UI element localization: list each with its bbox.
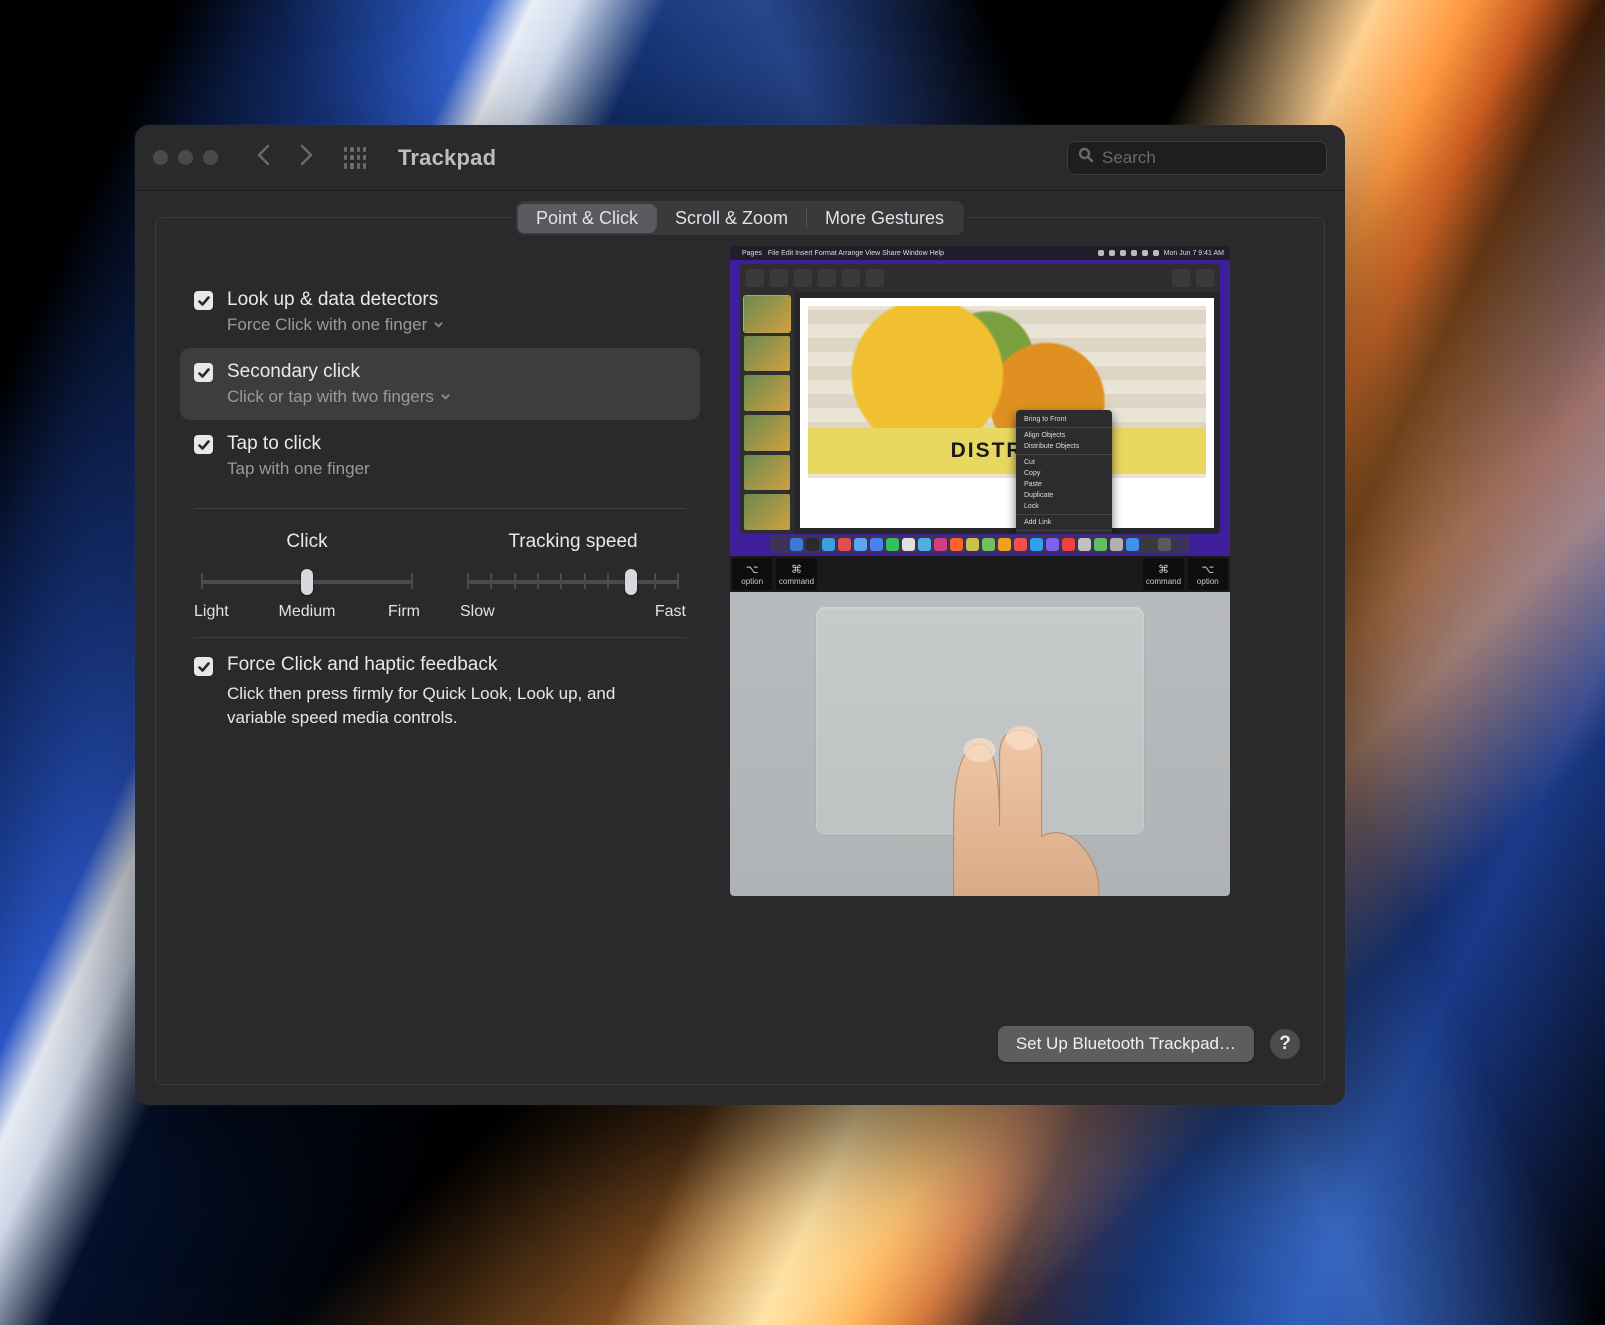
preview-trackpad-area bbox=[730, 592, 1230, 896]
divider bbox=[194, 637, 686, 638]
preview-doc-title: DISTRICT bbox=[808, 428, 1206, 474]
option-force-click: Force Click and haptic feedback Click th… bbox=[180, 654, 700, 730]
secondary-click-checkbox[interactable] bbox=[194, 363, 213, 382]
tab-bar: Point & Click Scroll & Zoom More Gesture… bbox=[516, 201, 964, 235]
nav-arrows bbox=[246, 143, 334, 172]
search-icon bbox=[1078, 147, 1094, 168]
minimize-window-button[interactable] bbox=[178, 150, 193, 165]
zoom-window-button[interactable] bbox=[203, 150, 218, 165]
force-click-title: Force Click and haptic feedback bbox=[227, 654, 667, 676]
tap-to-click-title: Tap to click bbox=[227, 432, 370, 456]
tracking-label-fast: Fast bbox=[655, 603, 686, 621]
click-slider-title: Click bbox=[194, 531, 420, 553]
click-slider-block: Click Light Medium Firm bbox=[194, 531, 420, 621]
preview-context-menu: Bring to FrontAlign ObjectsDistribute Ob… bbox=[1016, 410, 1112, 534]
chevron-down-icon[interactable] bbox=[440, 386, 451, 408]
secondary-click-subtitle: Click or tap with two fingers bbox=[227, 386, 434, 408]
secondary-click-title: Secondary click bbox=[227, 360, 451, 384]
preferences-panel: Point & Click Scroll & Zoom More Gesture… bbox=[155, 217, 1325, 1085]
preview-dock bbox=[770, 535, 1190, 553]
lookup-checkbox[interactable] bbox=[194, 291, 213, 310]
search-input[interactable] bbox=[1102, 148, 1323, 168]
lookup-title: Look up & data detectors bbox=[227, 288, 444, 312]
tap-to-click-checkbox[interactable] bbox=[194, 435, 213, 454]
lookup-subtitle: Force Click with one finger bbox=[227, 314, 427, 336]
preview-app-window: DISTRICT Bring to FrontAlign ObjectsDist… bbox=[740, 264, 1220, 534]
forward-button[interactable] bbox=[296, 143, 316, 172]
setup-bluetooth-trackpad-button[interactable]: Set Up Bluetooth Trackpad… bbox=[998, 1026, 1254, 1062]
tracking-slider-block: Tracking speed Slow Fast bbox=[460, 531, 686, 621]
options-column: Look up & data detectors Force Click wit… bbox=[180, 242, 700, 1004]
tracking-slider-title: Tracking speed bbox=[460, 531, 686, 553]
tab-more-gestures[interactable]: More Gestures bbox=[807, 204, 962, 233]
click-slider[interactable] bbox=[202, 567, 412, 597]
panel-footer: Set Up Bluetooth Trackpad… ? bbox=[998, 1026, 1300, 1062]
window-controls bbox=[153, 150, 236, 165]
window-title: Trackpad bbox=[398, 145, 496, 171]
option-secondary-click[interactable]: Secondary click Click or tap with two fi… bbox=[180, 348, 700, 420]
system-preferences-window: Trackpad Point & Click Scroll & Zoom Mor… bbox=[135, 125, 1345, 1105]
tab-scroll-and-zoom[interactable]: Scroll & Zoom bbox=[657, 204, 806, 233]
search-field[interactable] bbox=[1067, 141, 1327, 175]
tab-point-and-click[interactable]: Point & Click bbox=[518, 204, 656, 233]
preview-clock: Mon Jun 7 9:41 AM bbox=[1164, 250, 1224, 257]
gesture-preview-video: Pages File Edit Insert Format Arrange Vi… bbox=[730, 246, 1230, 896]
divider bbox=[194, 508, 686, 509]
chevron-down-icon[interactable] bbox=[433, 314, 444, 336]
tap-to-click-subtitle: Tap with one finger bbox=[227, 458, 370, 480]
sliders-row: Click Light Medium Firm Tracking speed bbox=[180, 525, 700, 621]
force-click-checkbox[interactable] bbox=[194, 657, 213, 676]
click-label-firm: Firm bbox=[345, 603, 420, 621]
slider-thumb[interactable] bbox=[625, 569, 637, 595]
click-label-light: Light bbox=[194, 603, 269, 621]
tracking-speed-slider[interactable] bbox=[468, 567, 678, 597]
slider-thumb[interactable] bbox=[301, 569, 313, 595]
force-click-description: Click then press firmly for Quick Look, … bbox=[227, 682, 667, 730]
option-tap-to-click[interactable]: Tap to click Tap with one finger bbox=[180, 420, 700, 492]
preview-menubar: Pages File Edit Insert Format Arrange Vi… bbox=[730, 246, 1230, 260]
close-window-button[interactable] bbox=[153, 150, 168, 165]
option-lookup[interactable]: Look up & data detectors Force Click wit… bbox=[180, 276, 700, 348]
tracking-label-slow: Slow bbox=[460, 603, 495, 621]
titlebar: Trackpad bbox=[135, 125, 1345, 191]
preview-app-name: Pages bbox=[742, 250, 762, 257]
click-label-medium: Medium bbox=[269, 603, 344, 621]
back-button[interactable] bbox=[254, 143, 274, 172]
help-button[interactable]: ? bbox=[1270, 1029, 1300, 1059]
preview-keyboard: ⌥option ⌘command ⌘command ⌥option bbox=[730, 556, 1230, 592]
preview-hand-icon bbox=[894, 686, 1134, 896]
preview-column: Pages File Edit Insert Format Arrange Vi… bbox=[730, 242, 1300, 1004]
show-all-prefs-button[interactable] bbox=[344, 147, 366, 169]
content-area: Point & Click Scroll & Zoom More Gesture… bbox=[135, 191, 1345, 1105]
